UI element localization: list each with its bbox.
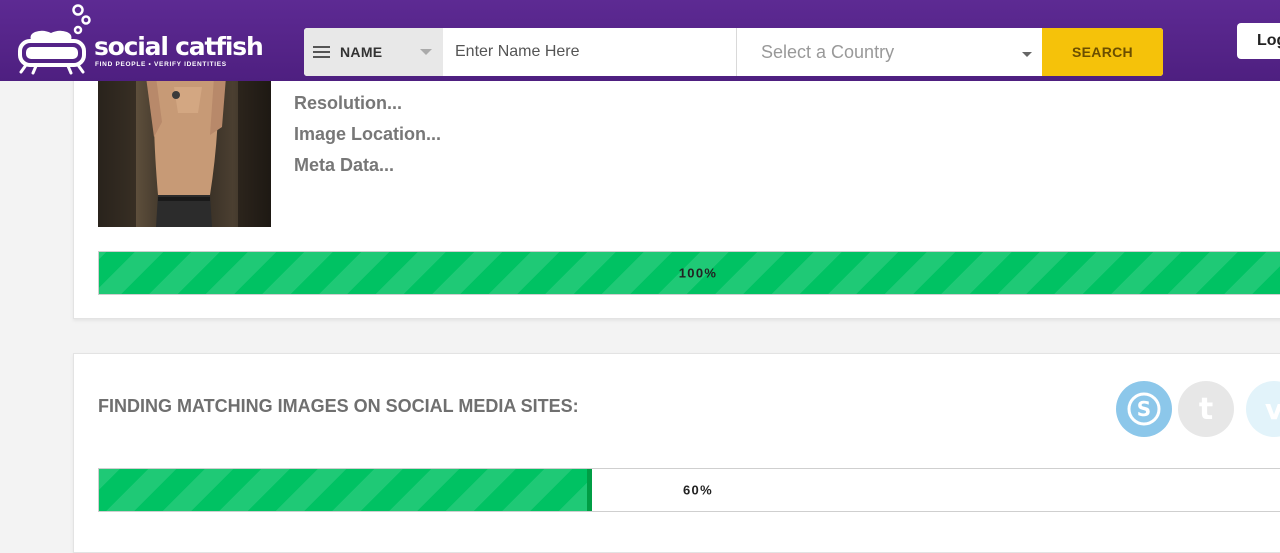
analysis-progress-bar: 100% [98,251,1280,295]
search-bar: NAME Select a Country SEARCH [304,28,1163,76]
social-media-card: FINDING MATCHING IMAGES ON SOCIAL MEDIA … [73,353,1280,553]
logo-tagline: FIND PEOPLE • VERIFY IDENTITIES [95,61,227,68]
search-type-label: NAME [340,44,383,60]
logo-text: social catfish [94,32,264,61]
image-analysis-card: Resolution... Image Location... Meta Dat… [73,40,1280,319]
skype-icon: S [1116,381,1172,437]
svg-text:v: v [1265,393,1280,426]
svg-text:t: t [1199,392,1213,427]
uploaded-image-thumbnail [98,77,271,227]
catfish-logo-icon [18,4,91,75]
name-search-input[interactable] [443,28,736,76]
caret-down-icon [1022,52,1032,57]
login-button[interactable]: Log [1237,23,1280,59]
progress-percent: 100% [678,265,718,281]
search-button[interactable]: SEARCH [1042,28,1163,76]
search-type-dropdown[interactable]: NAME [304,28,443,76]
person-photo-icon [98,77,271,227]
site-header: social catfish FIND PEOPLE • VERIFY IDEN… [0,0,1280,81]
card-title: FINDING MATCHING IMAGES ON SOCIAL MEDIA … [98,396,579,416]
country-select-label: Select a Country [761,42,895,62]
tumblr-icon: t [1178,381,1234,437]
country-select[interactable]: Select a Country [736,28,1042,76]
hamburger-menu-icon [313,43,330,61]
meta-data-label: Meta Data... [294,155,395,175]
resolution-label: Resolution... [294,93,402,113]
vimeo-icon: v [1246,381,1280,437]
progress-percent: 60% [683,482,713,498]
logo[interactable]: social catfish FIND PEOPLE • VERIFY IDEN… [14,4,264,78]
svg-text:S: S [1137,397,1151,421]
social-progress-bar: 60% [98,468,1280,512]
caret-down-icon [420,49,432,55]
image-location-label: Image Location... [294,124,442,144]
